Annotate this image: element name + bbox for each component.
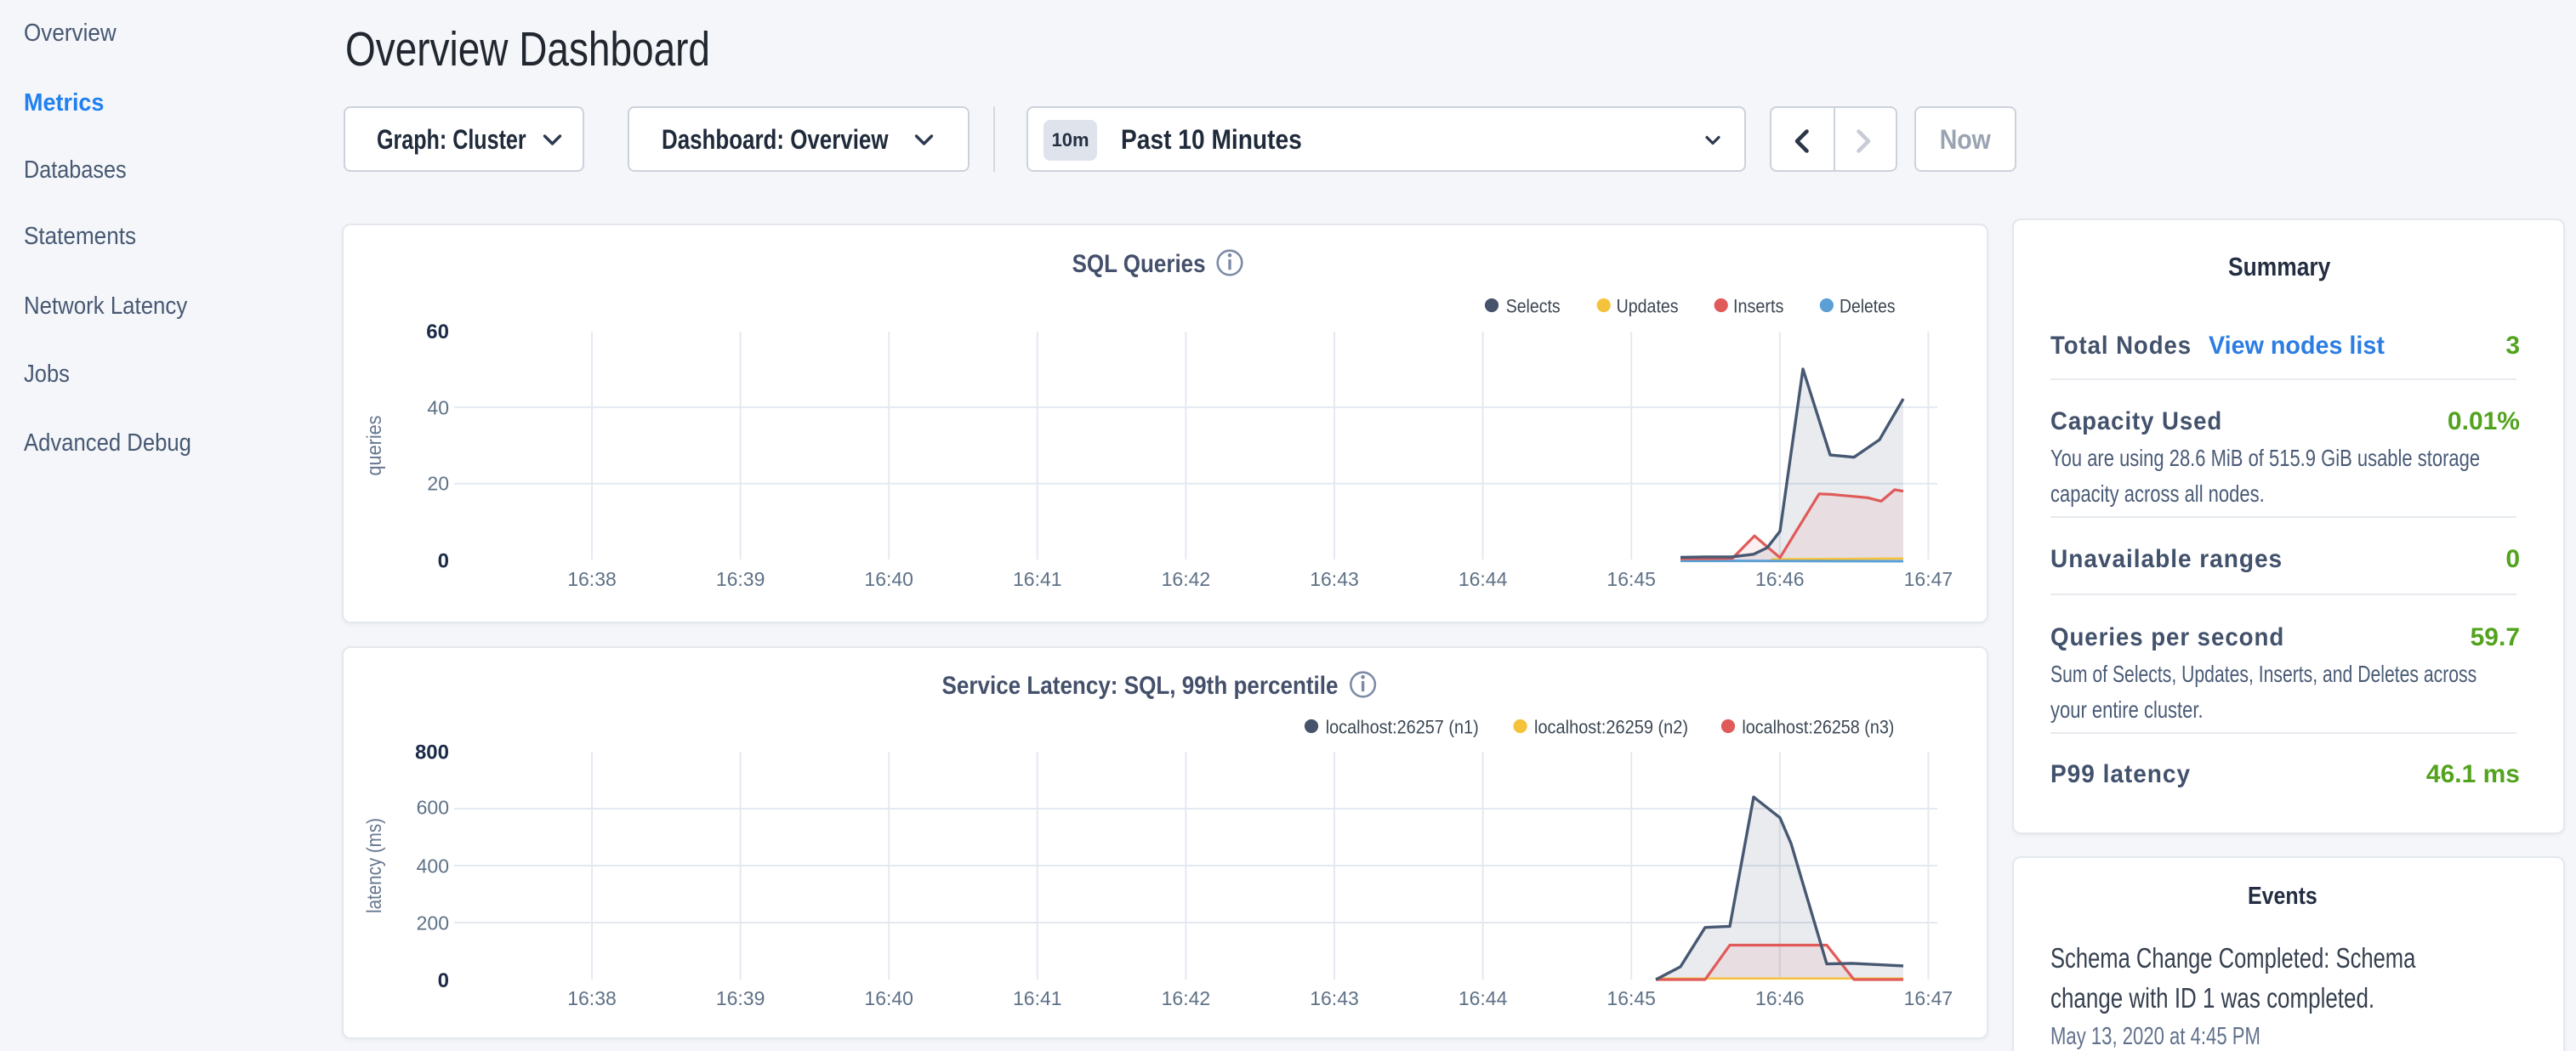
svg-text:Deletes: Deletes: [1840, 295, 1896, 316]
svg-text:16:47: 16:47: [1904, 987, 1953, 1009]
svg-text:0: 0: [438, 969, 449, 992]
svg-text:16:41: 16:41: [1013, 568, 1062, 590]
svg-text:16:47: 16:47: [1904, 568, 1953, 590]
svg-text:localhost:26257 (n1): localhost:26257 (n1): [1326, 716, 1479, 737]
svg-text:SQL Queries: SQL Queries: [1072, 250, 1206, 278]
svg-text:16:45: 16:45: [1606, 568, 1656, 590]
svg-text:queries: queries: [363, 416, 386, 476]
svg-text:800: 800: [415, 741, 449, 764]
svg-text:16:44: 16:44: [1459, 987, 1508, 1009]
svg-text:16:38: 16:38: [567, 987, 617, 1009]
svg-text:16:39: 16:39: [716, 987, 765, 1009]
svg-text:60: 60: [426, 321, 449, 344]
svg-text:16:46: 16:46: [1755, 568, 1805, 590]
svg-text:16:41: 16:41: [1013, 987, 1062, 1009]
svg-text:latency (ms): latency (ms): [363, 818, 386, 913]
svg-text:40: 40: [427, 396, 449, 418]
svg-text:400: 400: [417, 855, 449, 877]
svg-text:600: 600: [417, 796, 449, 818]
svg-text:16:44: 16:44: [1459, 568, 1508, 590]
svg-text:localhost:26259 (n2): localhost:26259 (n2): [1534, 716, 1688, 737]
svg-text:localhost:26258 (n3): localhost:26258 (n3): [1742, 716, 1894, 737]
svg-text:16:43: 16:43: [1310, 987, 1359, 1009]
svg-text:20: 20: [427, 472, 449, 494]
svg-text:Selects: Selects: [1506, 295, 1561, 316]
svg-text:16:39: 16:39: [716, 568, 765, 590]
svg-text:16:40: 16:40: [864, 987, 913, 1009]
svg-text:Updates: Updates: [1617, 295, 1679, 316]
svg-text:16:42: 16:42: [1162, 987, 1211, 1009]
svg-text:16:40: 16:40: [864, 568, 913, 590]
svg-text:Service Latency: SQL, 99th per: Service Latency: SQL, 99th percentile: [942, 672, 1339, 700]
svg-text:Inserts: Inserts: [1733, 295, 1783, 316]
svg-text:16:43: 16:43: [1310, 568, 1359, 590]
svg-text:16:38: 16:38: [567, 568, 617, 590]
svg-text:16:42: 16:42: [1162, 568, 1211, 590]
svg-text:16:45: 16:45: [1606, 987, 1656, 1009]
svg-text:0: 0: [438, 549, 449, 572]
svg-text:16:46: 16:46: [1755, 987, 1805, 1009]
svg-text:200: 200: [417, 912, 449, 934]
